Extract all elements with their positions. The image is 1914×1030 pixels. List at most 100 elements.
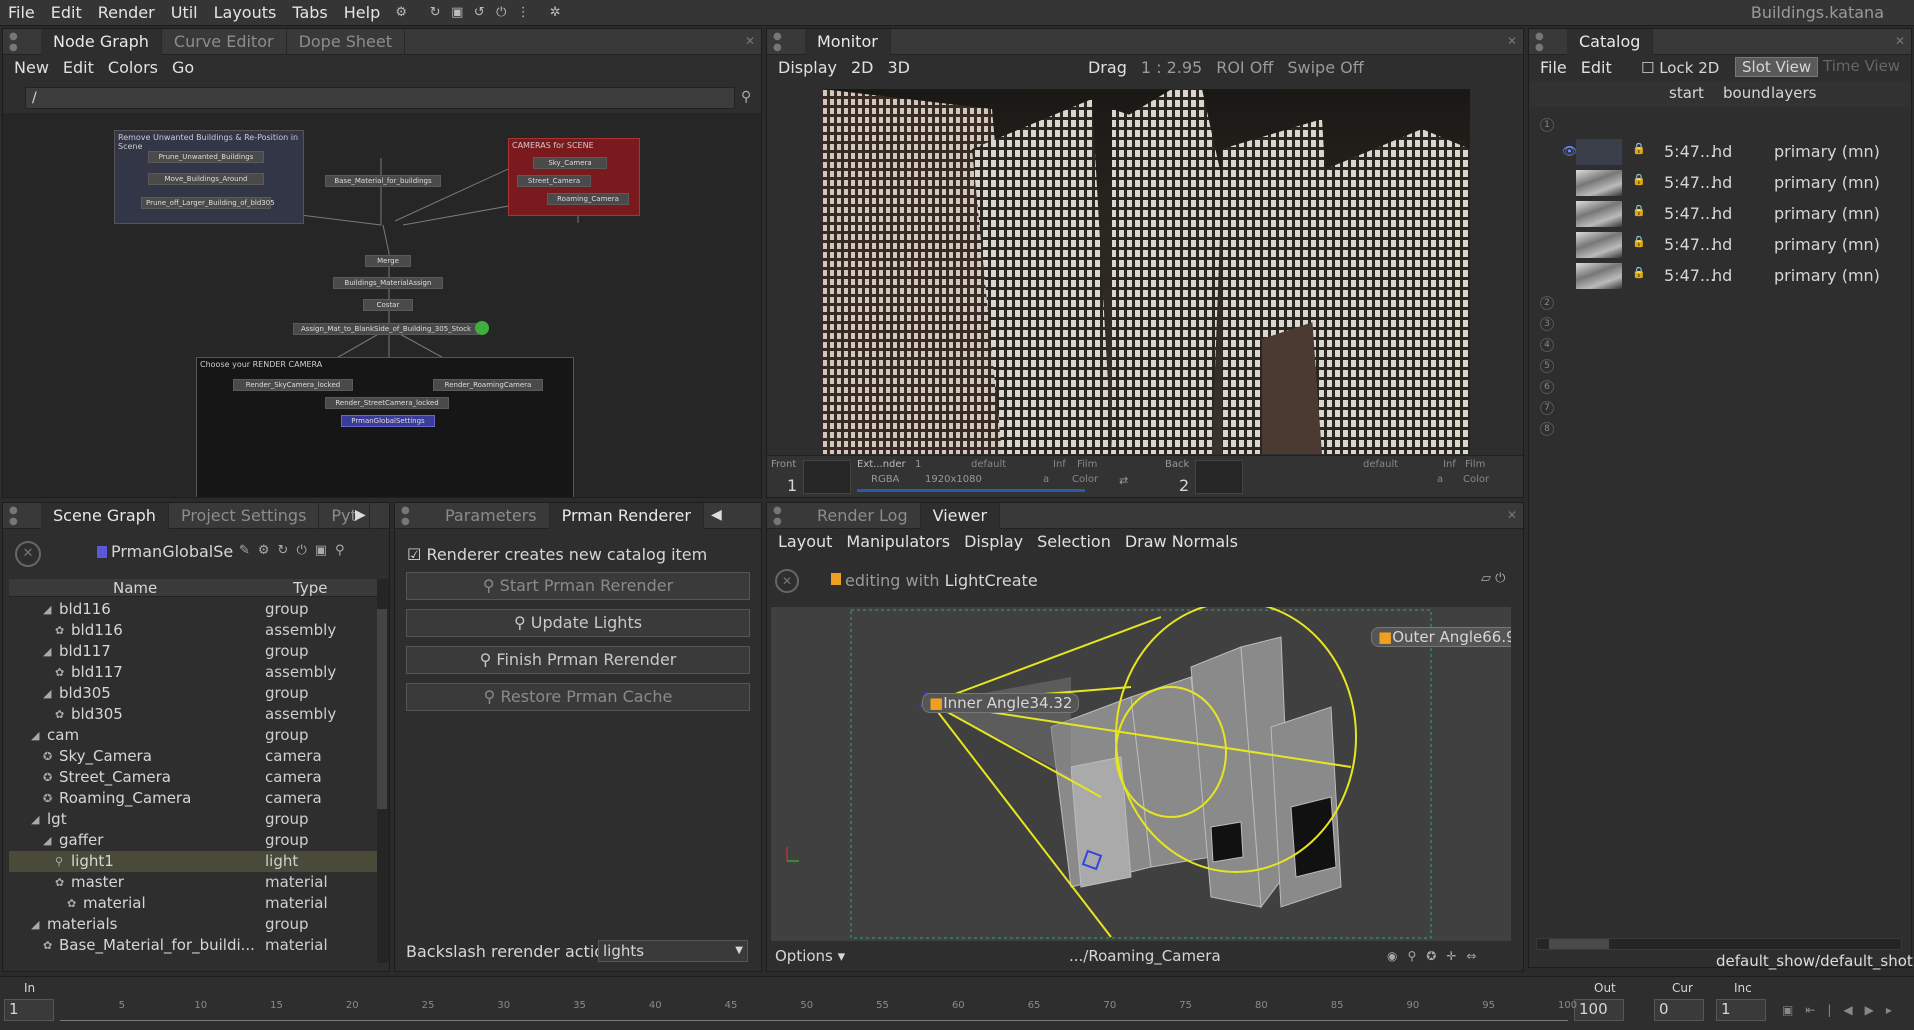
front-thumbnail[interactable] [803,460,851,494]
eye-icon[interactable]: 👁 [1562,144,1577,158]
time-view-button[interactable]: Time View [1819,57,1904,75]
front-default-dropdown[interactable]: default [971,459,1006,470]
drag-dropdown[interactable]: Drag [1081,58,1134,77]
slot-number[interactable]: 4 [1540,338,1554,352]
menu-2d[interactable]: 2D [844,58,881,77]
menu-3d[interactable]: 3D [880,58,917,77]
panel-handle-icon[interactable]: ● ● [767,505,805,527]
start-prman-rerender-button[interactable]: ⚲ Start Prman Rerender [406,572,750,600]
3d-viewport[interactable]: ■Outer Angle66.98 ■Inner Angle34.32 [771,607,1511,941]
search-icon[interactable]: ⚲ [741,89,751,105]
menu-edit[interactable]: Edit [56,58,101,77]
node-render-street[interactable]: Render_StreetCamera_locked [325,397,449,409]
table-row[interactable]: ◢ cam group [9,725,381,746]
tab-dope-sheet[interactable]: Dope Sheet [287,29,406,55]
table-row[interactable]: ✿ bld116 assembly [9,620,381,641]
front-film-dropdown[interactable]: Film [1077,459,1097,470]
slot-number[interactable]: 5 [1540,359,1554,373]
finish-prman-rerender-button[interactable]: ⚲ Finish Prman Rerender [406,646,750,674]
table-row[interactable]: ◢ gaffer group [9,830,381,851]
restore-prman-cache-button[interactable]: ⚲ Restore Prman Cache [406,683,750,711]
header-layers[interactable]: layers [1771,84,1816,102]
lock-icon[interactable]: 🔒 [1632,235,1646,248]
header-bound[interactable]: bound [1723,84,1770,102]
close-icon[interactable]: ✕ [745,34,755,48]
menu-colors[interactable]: Colors [101,58,165,77]
bug-icon[interactable]: ✲ [546,4,564,22]
header-name[interactable]: Name [113,579,157,597]
menu-display[interactable]: Display [771,58,844,77]
table-row[interactable]: ✿ bld305 assembly [9,704,381,725]
back-thumbnail[interactable] [1195,460,1243,494]
node-assign-mat[interactable]: Assign_Mat_to_BlankSide_of_Building_305_… [293,323,479,335]
node-render-roaming[interactable]: Render_RoamingCamera [433,379,543,391]
menu-edit[interactable]: Edit [1574,58,1619,77]
node-merge[interactable]: Merge [365,255,411,267]
tab-prman-renderer[interactable]: Prman Renderer [549,503,704,529]
current-frame-input[interactable]: 0 [1654,999,1704,1021]
header-start[interactable]: start [1669,84,1704,102]
close-icon[interactable]: ✕ [1895,34,1905,48]
slot-number[interactable]: 6 [1540,380,1554,394]
close-icon[interactable]: ✕ [1507,34,1517,48]
node-street-camera[interactable]: Street_Camera [517,175,591,187]
node-roaming-camera[interactable]: Roaming_Camera [547,193,629,205]
editing-node-name[interactable]: LightCreate [945,571,1038,590]
menu-new[interactable]: New [7,58,56,77]
menu-layout[interactable]: Layout [771,532,839,551]
refresh-icon[interactable]: ↻ [426,4,444,22]
in-frame-input[interactable]: 1 [4,999,54,1021]
slot-number[interactable]: 1 [1540,118,1554,132]
table-row[interactable]: ✪ Roaming_Camera camera [9,788,381,809]
menu-tabs[interactable]: Tabs [284,3,335,22]
menu-edit[interactable]: Edit [43,3,90,22]
outer-angle-label[interactable]: ■Outer Angle66.98 [1371,627,1511,647]
tab-scroll-right-icon[interactable]: ▶ [355,507,366,523]
gear-icon[interactable]: ⚙ [392,4,410,22]
new-catalog-item-checkbox[interactable]: ☑ Renderer creates new catalog item [407,545,707,564]
lock-icon[interactable]: 🔒 [1632,173,1646,186]
menu-display[interactable]: Display [957,532,1030,551]
table-row[interactable]: ✿ material material [9,893,381,914]
menu-file[interactable]: File [1533,58,1574,77]
table-row[interactable]: ✿ Base_Material_for_buildi... material [9,935,381,956]
front-inf-dropdown[interactable]: Inf [1053,459,1066,470]
playback-controls[interactable]: ▣⇤|◀▶▸ [1782,1003,1904,1017]
table-row[interactable]: ◢ bld117 group [9,641,381,662]
catalog-row[interactable]: 🔒 5:47... hd primary (mn) [1576,138,1906,166]
clear-icon[interactable]: ✕ [775,569,799,593]
lock-icon[interactable]: 🔒 [1632,266,1646,279]
panel-handle-icon[interactable]: ● ● [3,31,41,53]
tab-monitor[interactable]: Monitor [805,29,891,55]
slot-number[interactable]: 8 [1540,422,1554,436]
clear-icon[interactable]: ✕ [15,541,41,567]
front-alpha-dropdown[interactable]: a [1043,474,1049,485]
swipe-dropdown[interactable]: Swipe Off [1280,58,1370,77]
table-row[interactable]: ✪ Sky_Camera camera [9,746,381,767]
node-material-assign[interactable]: Buildings_MaterialAssign [333,277,443,289]
tab-scene-graph[interactable]: Scene Graph [41,503,169,529]
options-dropdown[interactable]: Options ▾ [775,947,845,965]
render-region-icon[interactable]: ↺ [470,4,488,22]
panel-handle-icon[interactable]: ● ● [3,505,41,527]
menu-go[interactable]: Go [165,58,201,77]
panel-handle-icon[interactable]: ● ● [395,505,433,527]
catalog-row[interactable]: 🔒 5:47... hd primary (mn) [1576,262,1906,290]
table-row[interactable]: ◢ bld305 group [9,683,381,704]
out-frame-input[interactable]: 100 [1574,999,1624,1021]
close-icon[interactable]: ✕ [1507,508,1517,522]
scene-toolbar-icons[interactable]: ✎⚙↻⏻▣⚲ [239,543,353,558]
front-channels[interactable]: RGBA [871,474,899,485]
swap-icon[interactable]: ⇄ [1119,474,1128,487]
tab-render-log[interactable]: Render Log [805,503,921,529]
table-row[interactable]: ◢ materials group [9,914,381,935]
menu-util[interactable]: Util [163,3,206,22]
table-row[interactable]: ◢ bld116 group [9,599,381,620]
render-icon[interactable]: ▣ [448,4,466,22]
timeline-scrubber[interactable] [60,1003,1568,1021]
tab-curve-editor[interactable]: Curve Editor [162,29,287,55]
node-costar[interactable]: Costar [363,299,413,311]
update-lights-button[interactable]: ⚲ Update Lights [406,609,750,637]
menu-selection[interactable]: Selection [1030,532,1118,551]
scene-graph-scrollbar[interactable] [377,579,389,963]
